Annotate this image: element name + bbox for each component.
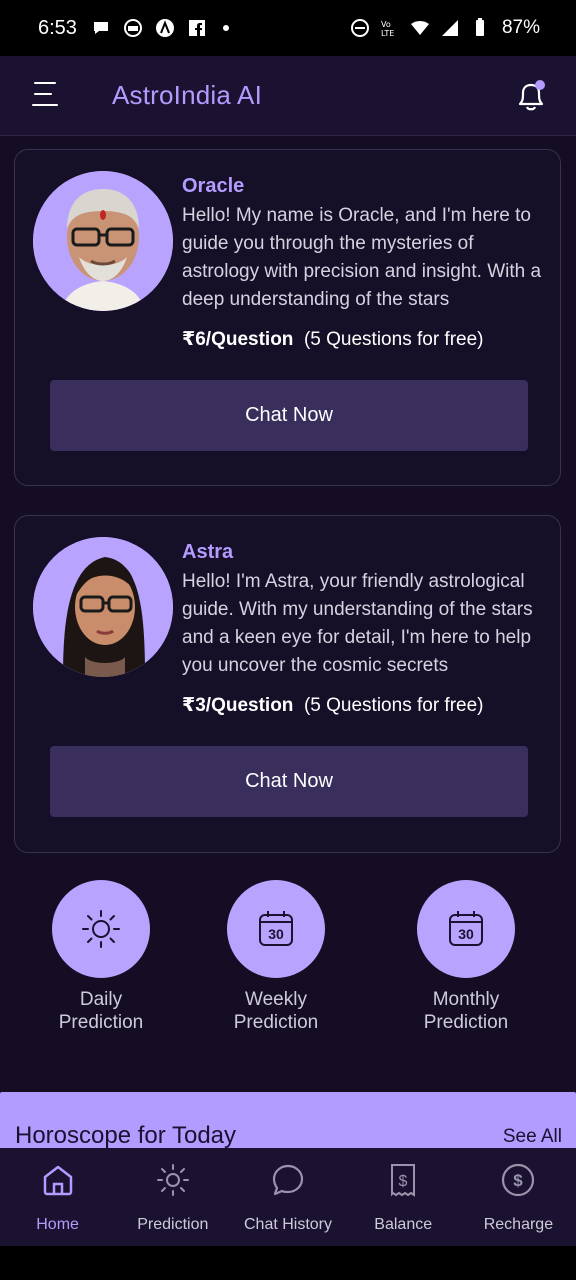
astrologer-card: Astra Hello! I'm Astra, your friendly as… (14, 515, 561, 853)
receipt-icon: $ (391, 1164, 416, 1197)
chat-now-button[interactable]: Chat Now (50, 380, 528, 451)
battery-percent: 87% (501, 17, 540, 38)
prediction-icon-circle: 30 (227, 880, 325, 978)
weekly-prediction-button[interactable]: 30 Weekly Prediction (206, 880, 346, 1034)
avatar (33, 171, 173, 311)
app-icon (123, 19, 142, 37)
prediction-label-line: Prediction (58, 1012, 144, 1033)
status-bar: 6:53 Vo LTE 87% (0, 0, 576, 56)
see-all-link[interactable]: See All (503, 1126, 562, 1148)
notification-bell-icon[interactable] (514, 78, 548, 114)
wifi-icon (410, 21, 429, 35)
nav-label: Chat History (243, 1216, 333, 1233)
prediction-label-line: Prediction (423, 1012, 509, 1033)
nav-recharge[interactable]: $ Recharge (461, 1148, 576, 1246)
chat-bubble-icon (272, 1164, 304, 1196)
a-circle-icon (155, 19, 174, 37)
message-icon (93, 22, 108, 34)
nav-label: Recharge (483, 1216, 554, 1233)
signal-icon (441, 20, 458, 36)
astrologer-card: Oracle Hello! My name is Oracle, and I'm… (14, 149, 561, 486)
calendar-30-icon: 30 (449, 911, 483, 946)
sun-icon (82, 910, 120, 948)
astrologer-description: Hello! I'm Astra, your friendly astrolog… (182, 571, 533, 676)
svg-text:$: $ (514, 1171, 524, 1190)
monthly-prediction-button[interactable]: 30 Monthly Prediction (396, 880, 536, 1034)
prediction-icon-circle: 30 (417, 880, 515, 978)
more-notifications-dot (222, 25, 229, 31)
nav-label: Balance (374, 1216, 433, 1233)
prediction-label-line: Prediction (233, 1012, 319, 1033)
battery-icon (475, 18, 484, 36)
price-info: ₹3/Question (5 Questions for free) (182, 694, 484, 717)
daily-prediction-button[interactable]: Daily Prediction (31, 880, 171, 1034)
free-questions: (5 Questions for free) (303, 329, 484, 350)
astrologer-name: Astra (182, 541, 234, 563)
astra-portrait-icon (33, 537, 173, 677)
app-title: AstroIndia AI (112, 80, 263, 110)
facebook-icon (188, 20, 205, 36)
bottom-navigation: Home Prediction Chat History $ Balance $… (0, 1148, 576, 1246)
calendar-day: 30 (268, 926, 284, 942)
nav-chat-history[interactable]: Chat History (230, 1148, 345, 1246)
content-scroll[interactable]: Oracle Hello! My name is Oracle, and I'm… (0, 136, 576, 1148)
app-bar: AstroIndia AI (0, 56, 576, 136)
nav-label: Prediction (137, 1216, 209, 1233)
free-questions: (5 Questions for free) (303, 695, 484, 716)
horoscope-section: Horoscope for Today See All (0, 1092, 576, 1148)
svg-text:LTE: LTE (381, 29, 394, 38)
oracle-portrait-icon (33, 171, 173, 311)
dnd-icon (350, 19, 369, 37)
price-per-question: ₹3/Question (182, 695, 294, 716)
prediction-label: Monthly Prediction (396, 988, 536, 1034)
astrologer-name: Oracle (182, 175, 245, 197)
nav-prediction[interactable]: Prediction (115, 1148, 230, 1246)
gesture-bar (0, 1246, 576, 1280)
nav-balance[interactable]: $ Balance (346, 1148, 461, 1246)
svg-text:Vo: Vo (381, 20, 391, 29)
sun-icon (156, 1164, 189, 1196)
prediction-label-line: Weekly (245, 989, 307, 1010)
prediction-label: Weekly Prediction (206, 988, 346, 1034)
prediction-label-line: Monthly (432, 989, 500, 1010)
dollar-circle-icon: $ (502, 1163, 535, 1197)
prediction-label-line: Daily (79, 989, 123, 1010)
nav-label: Home (36, 1216, 79, 1233)
volte-icon: VoLTE (381, 20, 394, 38)
horoscope-title: Horoscope for Today (15, 1122, 237, 1148)
calendar-30-icon: 30 (259, 911, 293, 946)
home-icon (43, 1165, 72, 1196)
prediction-shortcuts: Daily Prediction 30 Weekly Prediction 30… (0, 880, 576, 1050)
prediction-label: Daily Prediction (31, 988, 171, 1034)
menu-line (34, 93, 52, 95)
menu-button[interactable] (32, 82, 60, 110)
calendar-day: 30 (458, 926, 474, 942)
prediction-icon-circle (52, 880, 150, 978)
chat-now-button[interactable]: Chat Now (50, 746, 528, 817)
price-per-question: ₹6/Question (182, 329, 294, 350)
status-time: 6:53 (38, 16, 77, 39)
svg-text:$: $ (399, 1173, 408, 1190)
menu-line (34, 82, 56, 84)
avatar (33, 537, 173, 677)
nav-home[interactable]: Home (0, 1148, 115, 1246)
notification-icons (91, 18, 229, 38)
astrologer-description: Hello! My name is Oracle, and I'm here t… (182, 205, 542, 310)
menu-line (32, 104, 58, 106)
price-info: ₹6/Question (5 Questions for free) (182, 328, 484, 351)
